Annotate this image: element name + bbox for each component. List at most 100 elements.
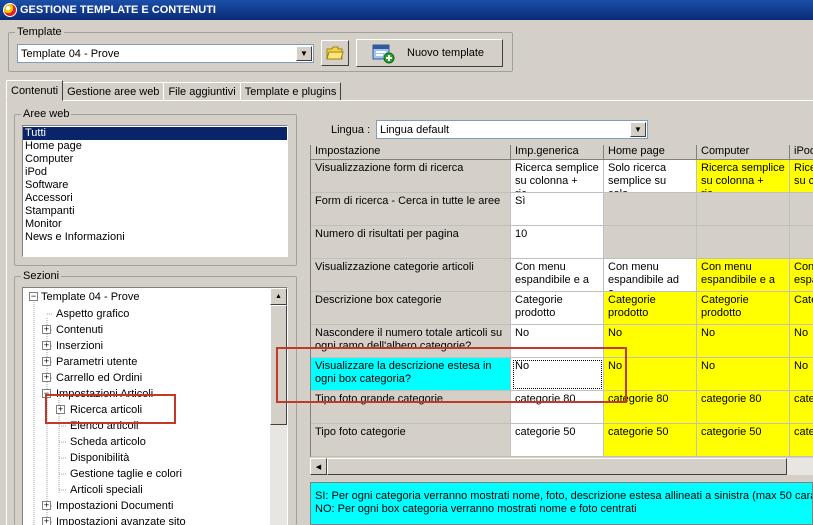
list-item[interactable]: Accessori (23, 192, 287, 205)
list-item[interactable]: iPod (23, 166, 287, 179)
grid-cell[interactable]: No (697, 358, 790, 391)
new-template-label: Nuovo template (407, 47, 485, 59)
tree-node[interactable]: Aspetto grafico (56, 306, 129, 322)
annotation-box-tree (45, 394, 176, 424)
grid-cell[interactable]: Categorie prodotto (511, 292, 604, 325)
grid-cell (790, 226, 813, 259)
expand-toggle-icon[interactable]: + (42, 501, 51, 510)
row-label: Visualizzazione categorie articoli (311, 259, 511, 292)
grid-cell[interactable]: Categorie prodotto (604, 292, 697, 325)
grid-cell[interactable]: Categorie prodotto (697, 292, 790, 325)
open-folder-button[interactable] (321, 40, 349, 66)
grid-cell[interactable]: Sì (511, 193, 604, 226)
window-titlebar: GESTIONE TEMPLATE E CONTENUTI (0, 0, 813, 20)
grid-cell[interactable]: categ (790, 391, 813, 424)
grid-cell[interactable]: categorie 80 (697, 391, 790, 424)
grid-cell[interactable]: Con espa (790, 259, 813, 292)
grid-cell (697, 193, 790, 226)
collapse-toggle-icon[interactable]: − (29, 292, 38, 301)
tab-file-aggiuntivi[interactable]: File aggiuntivi (163, 82, 241, 101)
aree-web-list[interactable]: Tutti Home page Computer iPod Software A… (22, 125, 288, 257)
tree-node[interactable]: Carrello ed Ordini (56, 370, 142, 386)
window-title: GESTIONE TEMPLATE E CONTENUTI (20, 4, 216, 16)
grid-cell (604, 226, 697, 259)
row-label: Visualizzazione form di ricerca (311, 160, 511, 193)
tree-node[interactable]: Impostazioni Documenti (56, 498, 173, 514)
grid-cell[interactable]: Ricerca semplice su colonna + ric... (511, 160, 604, 193)
lingua-select[interactable]: Lingua default ▼ (376, 120, 648, 139)
grid-cell[interactable]: Cate (790, 292, 813, 325)
grid-cell[interactable]: 10 (511, 226, 604, 259)
expand-toggle-icon[interactable]: + (42, 357, 51, 366)
scroll-left-icon[interactable]: ◀ (310, 458, 327, 475)
expand-toggle-icon[interactable]: + (42, 325, 51, 334)
aree-web-legend: Aree web (21, 108, 72, 120)
description-box: SI: Per ogni categoria verranno mostrati… (310, 482, 813, 525)
column-header[interactable]: Imp.generica (511, 145, 604, 160)
tree-node[interactable]: Scheda articolo (70, 434, 146, 450)
tree-node[interactable]: Parametri utente (56, 354, 137, 370)
column-header[interactable]: iPod (790, 145, 813, 160)
list-item[interactable]: News e Informazioni (23, 231, 287, 244)
main-tabs: Contenuti Gestione aree web File aggiunt… (6, 80, 342, 101)
grid-cell[interactable]: categorie 50 (697, 424, 790, 457)
grid-cell[interactable]: categorie 50 (604, 424, 697, 457)
grid-cell[interactable]: Con menu espandibile ad a... (604, 259, 697, 292)
list-item[interactable]: Home page (23, 140, 287, 153)
grid-horizontal-scrollbar[interactable]: ◀ (310, 458, 813, 475)
folder-icon (326, 46, 344, 60)
tab-gestione-aree-web[interactable]: Gestione aree web (62, 82, 165, 101)
tree-node[interactable]: Inserzioni (56, 338, 103, 354)
chevron-down-icon[interactable]: ▼ (630, 122, 646, 137)
description-line-si: SI: Per ogni categoria verranno mostrati… (315, 490, 813, 502)
grid-cell[interactable]: No (790, 325, 813, 358)
grid-cell[interactable]: categ (790, 424, 813, 457)
list-item[interactable]: Stampanti (23, 205, 287, 218)
tab-contenuti[interactable]: Contenuti (6, 80, 64, 101)
tree-node[interactable]: Impostazioni avanzate sito (56, 514, 186, 525)
expand-toggle-icon[interactable]: + (42, 373, 51, 382)
new-template-button[interactable]: Nuovo template (356, 39, 503, 67)
settings-grid[interactable]: Impostazione Imp.generica Home page Comp… (310, 145, 813, 457)
sezioni-legend: Sezioni (21, 270, 62, 282)
scroll-thumb[interactable] (327, 458, 787, 475)
template-select[interactable]: Template 04 - Prove ▼ (17, 44, 314, 63)
lingua-label: Lingua : (331, 124, 371, 136)
tree-scrollbar[interactable]: ▲ (270, 288, 287, 525)
tab-template-plugins[interactable]: Template e plugins (239, 82, 342, 101)
column-header[interactable]: Impostazione (311, 145, 511, 160)
column-header[interactable]: Home page (604, 145, 697, 160)
list-item[interactable]: Tutti (23, 127, 287, 140)
template-select-value: Template 04 - Prove (21, 47, 120, 60)
list-item[interactable]: Computer (23, 153, 287, 166)
row-label: Tipo foto categorie (311, 424, 511, 457)
grid-cell (604, 193, 697, 226)
grid-cell[interactable]: Solo ricerca semplice su colo... (604, 160, 697, 193)
expand-toggle-icon[interactable]: + (42, 517, 51, 525)
tree-node[interactable]: Articoli speciali (70, 482, 143, 498)
grid-cell[interactable]: categorie 50 (511, 424, 604, 457)
row-label: Numero di risultati per pagina (311, 226, 511, 259)
tree-node-root[interactable]: Template 04 - Prove (41, 289, 139, 305)
grid-cell[interactable]: No (790, 358, 813, 391)
grid-cell[interactable]: Con menu espandibile e a ... (697, 259, 790, 292)
tree-node[interactable]: Disponibilità (70, 450, 129, 466)
description-line-no: NO: Per ogni box categoria verranno most… (315, 503, 637, 515)
column-header[interactable]: Computer (697, 145, 790, 160)
expand-toggle-icon[interactable]: + (42, 341, 51, 350)
row-label: Descrizione box categorie (311, 292, 511, 325)
grid-cell[interactable]: Rice su c (790, 160, 813, 193)
grid-cell[interactable]: No (697, 325, 790, 358)
scroll-up-icon[interactable]: ▲ (270, 288, 287, 305)
chevron-down-icon[interactable]: ▼ (296, 46, 312, 61)
grid-cell[interactable]: Ricerca semplice su colonna + ric... (697, 160, 790, 193)
tree-node[interactable]: Contenuti (56, 322, 103, 338)
template-legend: Template (15, 26, 64, 38)
grid-cell[interactable]: Con menu espandibile e a ... (511, 259, 604, 292)
list-item[interactable]: Monitor (23, 218, 287, 231)
row-label: Form di ricerca - Cerca in tutte le aree (311, 193, 511, 226)
new-template-icon (372, 44, 395, 64)
tree-node[interactable]: Gestione taglie e colori (70, 466, 182, 482)
lingua-select-value: Lingua default (380, 123, 450, 136)
list-item[interactable]: Software (23, 179, 287, 192)
